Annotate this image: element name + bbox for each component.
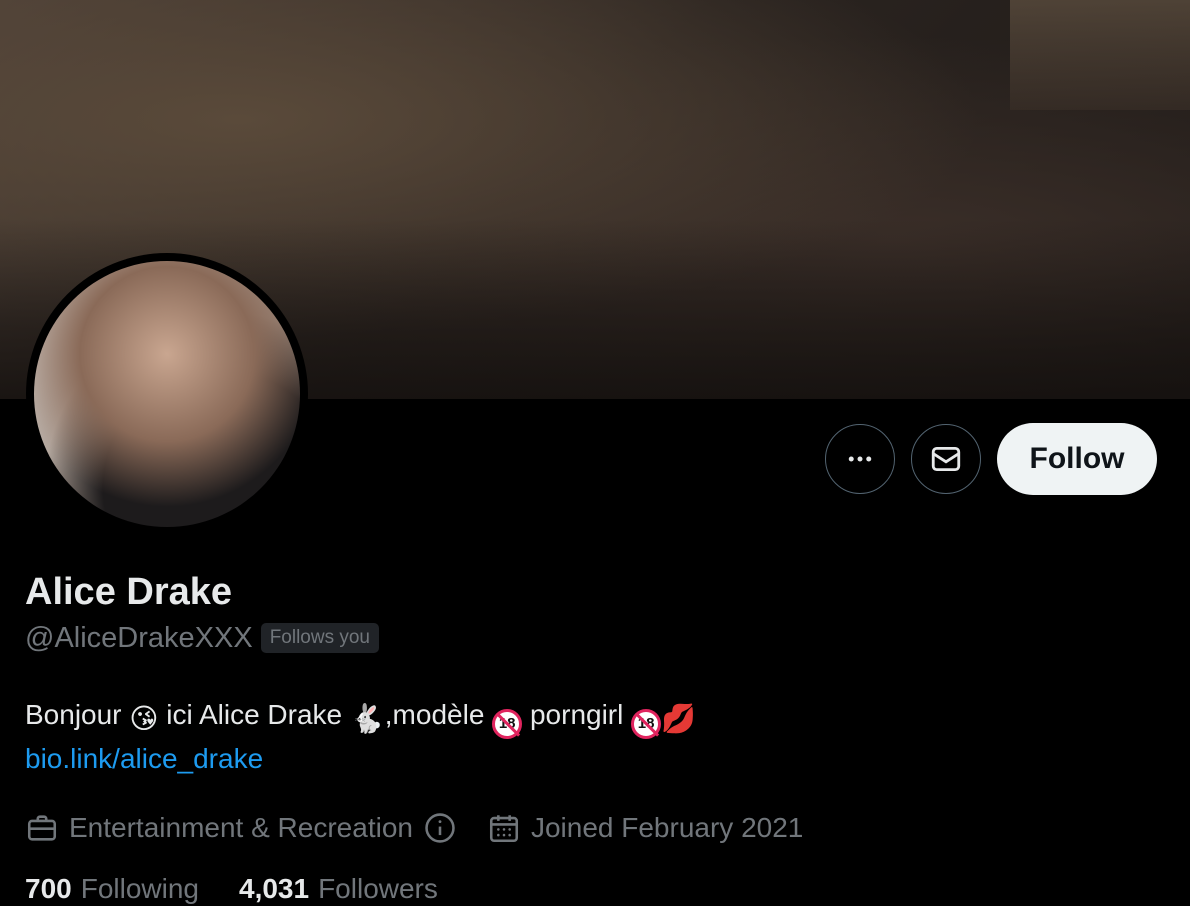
- no-under-18-icon: 18: [492, 709, 523, 739]
- banner-decor: [1010, 0, 1190, 110]
- more-button[interactable]: [825, 424, 895, 494]
- calendar-icon: [489, 815, 518, 843]
- profile-actions: Follow: [825, 423, 1157, 495]
- follows-you-badge: Follows you: [260, 623, 380, 653]
- profile-link[interactable]: bio.link/alice_drake: [25, 739, 1165, 779]
- envelope-icon: [931, 446, 961, 472]
- followers-count: 4,031: [239, 873, 310, 904]
- no-under-18-icon: 18: [631, 709, 662, 739]
- following-link[interactable]: 700 Following: [25, 873, 199, 905]
- followers-label: Followers: [318, 873, 438, 904]
- kiss-mark-emoji-icon: 💋: [661, 703, 697, 734]
- kiss-wink-emoji-icon: 😘: [129, 703, 159, 734]
- profile-info: Alice Drake @AliceDrakeXXX Follows you B…: [25, 566, 1165, 906]
- rabbit-emoji-icon: 🐇: [349, 703, 385, 734]
- info-icon[interactable]: [423, 811, 457, 845]
- profile-bio: Bonjour 😘 ici Alice Drake 🐇,modèle 18 po…: [25, 695, 1165, 739]
- follow-button[interactable]: Follow: [997, 423, 1157, 495]
- avatar[interactable]: [26, 253, 308, 535]
- bio-text: ici Alice Drake: [166, 699, 343, 730]
- profile-page: Follow Alice Drake @AliceDrakeXXX Follow…: [0, 0, 1190, 906]
- joined-label: Joined February 2021: [530, 812, 804, 843]
- following-label: Following: [80, 873, 199, 904]
- category-item: Entertainment & Recreation: [25, 811, 457, 845]
- bio-text: porngirl: [529, 699, 624, 730]
- profile-stats: 700 Following 4,031 Followers: [25, 867, 1165, 906]
- joined-item: Joined February 2021: [487, 811, 803, 845]
- profile-meta: Entertainment & Recreation Joined Februa…: [25, 803, 1165, 853]
- profile-handle: @AliceDrakeXXX: [25, 621, 253, 654]
- handle-row: @AliceDrakeXXX Follows you: [25, 618, 1165, 658]
- profile-name: Alice Drake: [25, 571, 233, 613]
- briefcase-icon: [27, 815, 57, 841]
- category-label: Entertainment & Recreation: [69, 812, 413, 843]
- followers-link[interactable]: 4,031 Followers: [239, 873, 438, 905]
- bio-text: Bonjour: [25, 699, 122, 730]
- following-count: 700: [25, 873, 72, 904]
- avatar-image: [34, 261, 300, 527]
- bio-text: ,modèle: [384, 699, 485, 730]
- message-button[interactable]: [911, 424, 981, 494]
- more-horizontal-icon: [848, 456, 872, 462]
